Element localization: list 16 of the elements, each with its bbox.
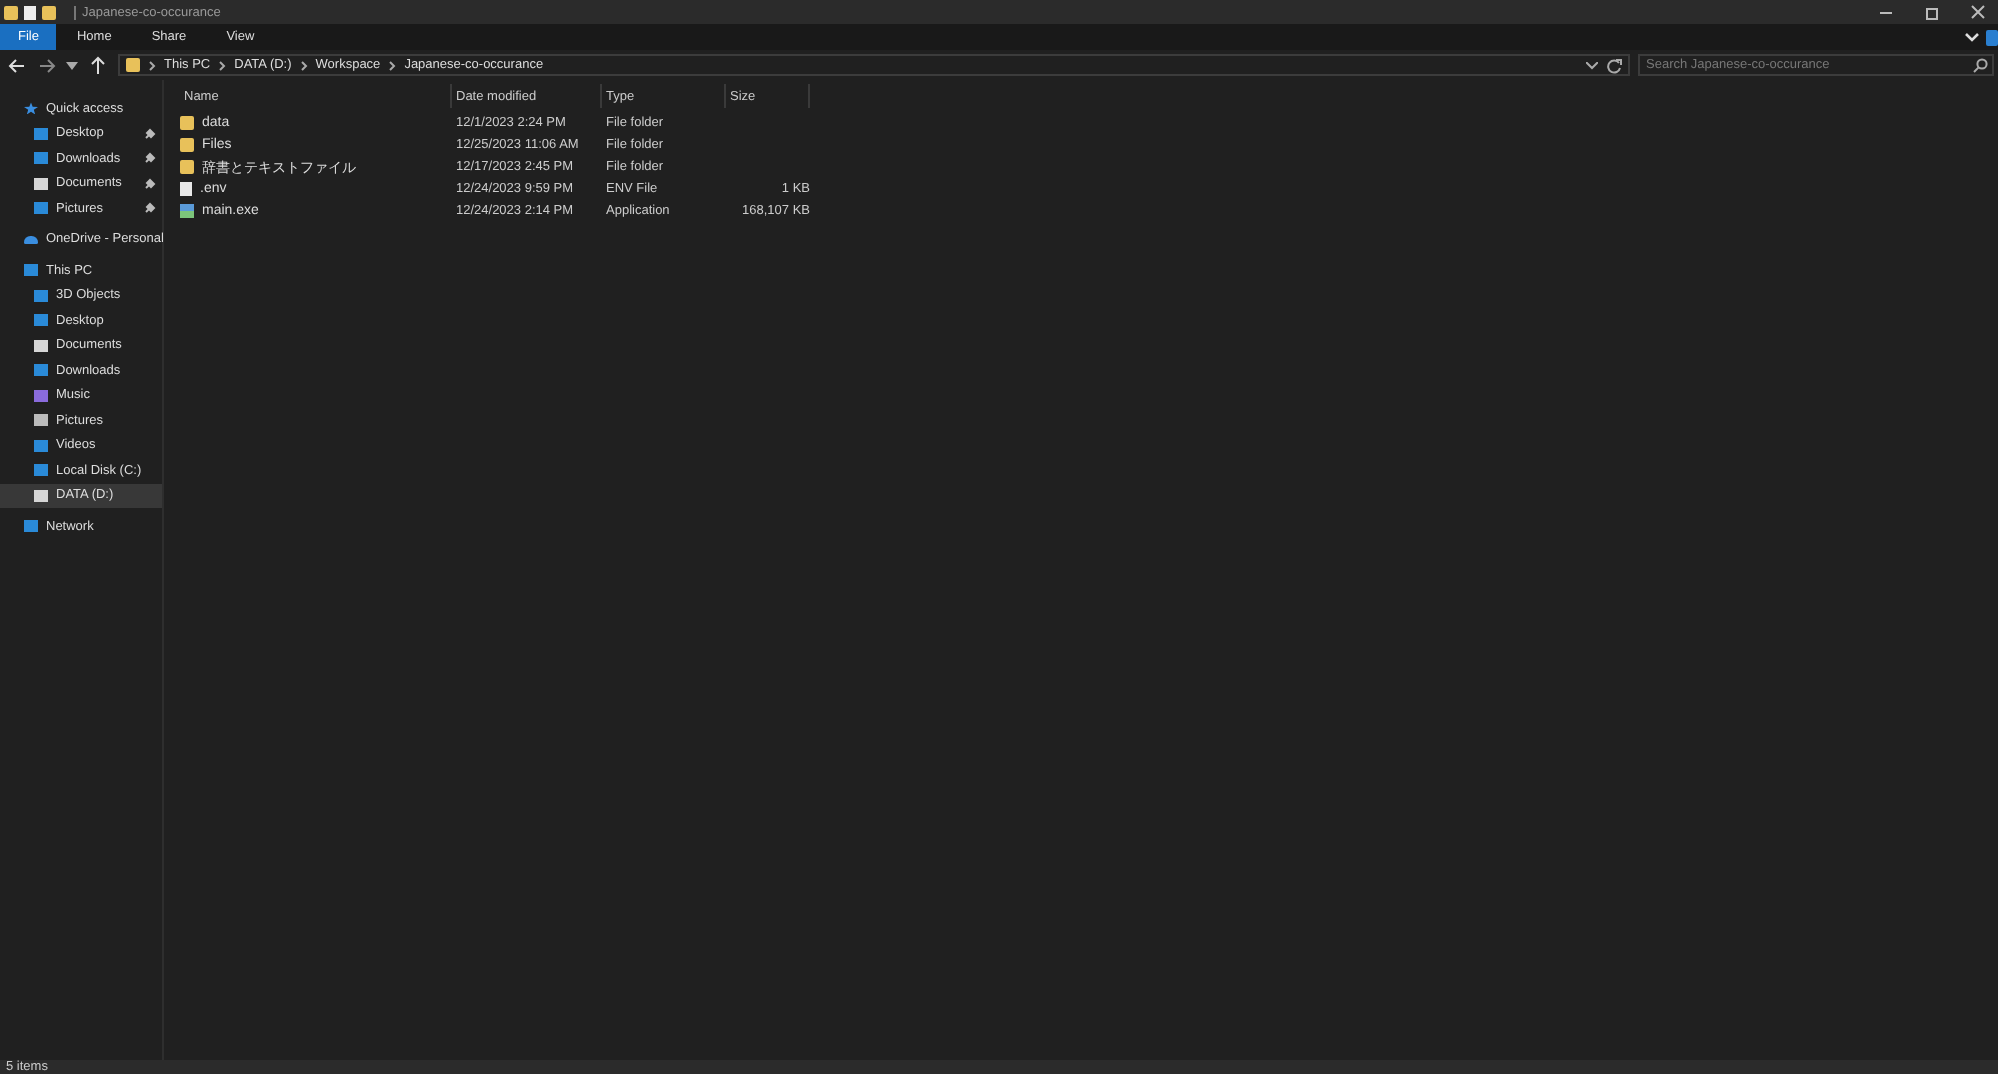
folder-icon xyxy=(126,58,140,72)
refresh-icon[interactable] xyxy=(1606,57,1622,73)
back-arrow-icon[interactable] xyxy=(4,57,30,73)
forward-arrow-icon[interactable] xyxy=(34,57,60,73)
chevron-icon xyxy=(148,59,156,71)
application-icon xyxy=(180,204,194,218)
search-icon[interactable] xyxy=(1972,57,1988,73)
chevron-icon xyxy=(299,59,308,71)
file-icon xyxy=(180,182,192,196)
chevron-icon xyxy=(218,59,227,71)
caret-icon[interactable] xyxy=(1586,61,1598,69)
folder-icon[interactable] xyxy=(4,5,18,19)
caret-icon[interactable] xyxy=(64,61,80,69)
document-icon[interactable] xyxy=(24,5,36,19)
folder-icon[interactable] xyxy=(42,5,56,19)
chevron-icon xyxy=(388,59,397,71)
